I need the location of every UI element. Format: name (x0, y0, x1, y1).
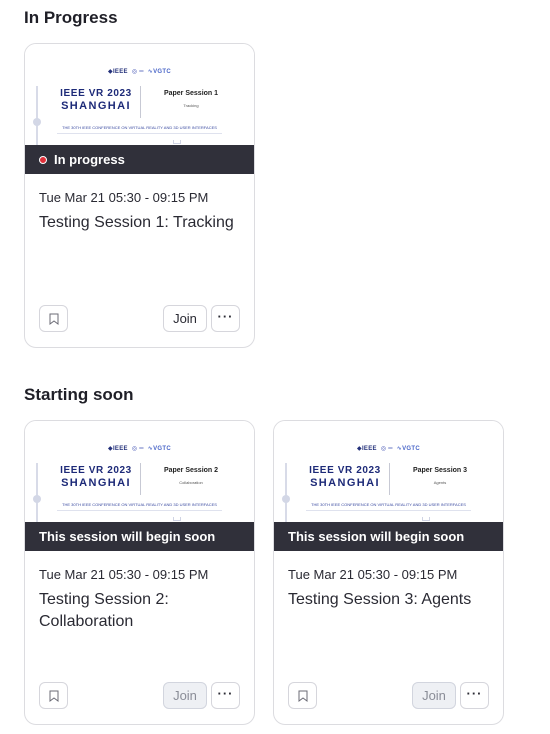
join-button[interactable]: Join (163, 682, 207, 709)
session-title[interactable]: Testing Session 1: Tracking (39, 212, 244, 234)
more-options-button[interactable]: ··· (211, 305, 240, 332)
status-bar: This session will begin soon (274, 522, 503, 551)
conference-brand: IEEE VR 2023 SHANGHAI (60, 465, 132, 489)
join-button[interactable]: Join (412, 682, 456, 709)
bookmark-icon (298, 690, 307, 702)
bookmark-button[interactable] (39, 682, 68, 709)
session-time: Tue Mar 21 05:30 - 09:15 PM (288, 567, 458, 582)
session-card-1[interactable]: ◆IEEE ◎ ═ ∿⁠VGTC IEEE VR 2023 SHANGHAI P… (24, 43, 255, 348)
join-button[interactable]: Join (163, 305, 207, 332)
thumbnail-footer-line (57, 133, 222, 134)
thumbnail-mark (173, 140, 181, 144)
thumbnail-footer: THE 30TH IEEE CONFERENCE ON VIRTUAL REAL… (311, 502, 466, 507)
thumbnail-session-info: Paper Session 2 Collaboration (163, 467, 219, 485)
bookmark-icon (49, 313, 58, 325)
thumbnail-session-info: Paper Session 1 Tracking (163, 90, 219, 108)
conference-brand: IEEE VR 2023 SHANGHAI (309, 465, 381, 489)
more-options-button[interactable]: ··· (211, 682, 240, 709)
more-options-button[interactable]: ··· (460, 682, 489, 709)
thumbnail-footer: THE 30TH IEEE CONFERENCE ON VIRTUAL REAL… (62, 125, 217, 130)
status-label: This session will begin soon (288, 529, 465, 544)
sponsor-logos: ◆IEEE ◎ ═ ∿⁠VGTC (108, 69, 171, 75)
thumbnail-mark (173, 517, 181, 521)
session-time: Tue Mar 21 05:30 - 09:15 PM (39, 190, 209, 205)
more-horizontal-icon: ··· (466, 686, 483, 701)
thumbnail-mark (422, 517, 430, 521)
sponsor-logos: ◆IEEE ◎ ═ ∿⁠VGTC (108, 446, 171, 452)
status-bar: This session will begin soon (25, 522, 254, 551)
session-card-2[interactable]: ◆IEEE ◎ ═ ∿⁠VGTC IEEE VR 2023 SHANGHAI P… (24, 420, 255, 725)
status-label: In progress (54, 152, 125, 167)
status-bar: In progress (25, 145, 254, 174)
section-title-in-progress: In Progress (24, 8, 118, 27)
session-time: Tue Mar 21 05:30 - 09:15 PM (39, 567, 209, 582)
thumbnail-footer-line (57, 510, 222, 511)
bookmark-button[interactable] (39, 305, 68, 332)
bookmark-icon (49, 690, 58, 702)
thumbnail-divider (140, 463, 141, 495)
session-title[interactable]: Testing Session 3: Agents (288, 589, 493, 611)
thumbnail-footer-line (306, 510, 471, 511)
session-card-3[interactable]: ◆IEEE ◎ ═ ∿⁠VGTC IEEE VR 2023 SHANGHAI P… (273, 420, 504, 725)
thumbnail-divider (140, 86, 141, 118)
thumbnail-session-info: Paper Session 3 Agents (412, 467, 468, 485)
thumbnail-footer: THE 30TH IEEE CONFERENCE ON VIRTUAL REAL… (62, 502, 217, 507)
more-horizontal-icon: ··· (217, 309, 234, 324)
bookmark-button[interactable] (288, 682, 317, 709)
sponsor-logos: ◆IEEE ◎ ═ ∿⁠VGTC (357, 446, 420, 452)
live-dot-icon (39, 155, 47, 164)
session-title[interactable]: Testing Session 2: Collaboration (39, 589, 244, 633)
status-label: This session will begin soon (39, 529, 216, 544)
conference-brand: IEEE VR 2023 SHANGHAI (60, 88, 132, 112)
more-horizontal-icon: ··· (217, 686, 234, 701)
pearl-tower-graphic (282, 463, 290, 523)
thumbnail-divider (389, 463, 390, 495)
section-title-starting-soon: Starting soon (24, 385, 134, 404)
pearl-tower-graphic (33, 463, 41, 523)
pearl-tower-graphic (33, 86, 41, 146)
